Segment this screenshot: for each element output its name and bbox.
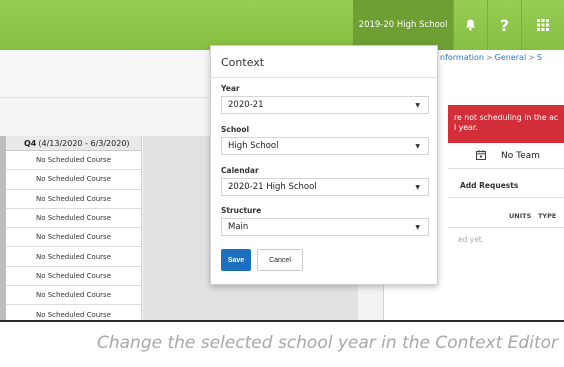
- schedule-cell-text: No Scheduled Course: [35, 271, 112, 280]
- caret-down-icon: ▼: [415, 184, 420, 191]
- divider: [448, 168, 564, 169]
- schedule-grid: Q4 (4/13/2020 - 6/3/2020) No Scheduled C…: [0, 136, 142, 322]
- modal-title: Context: [221, 56, 265, 69]
- divider: [211, 77, 437, 78]
- breadcrumb-separator-icon: >: [528, 53, 535, 62]
- schedule-row[interactable]: No Scheduled Course: [6, 170, 141, 190]
- breadcrumb-separator-icon: >: [485, 53, 493, 62]
- alert-line: l year.: [454, 123, 478, 132]
- calendar-label: Calendar: [221, 166, 259, 175]
- year-label: Year: [221, 84, 240, 93]
- schedule-cell-text: No Scheduled Course: [35, 194, 112, 203]
- structure-select-value: Main: [228, 222, 249, 232]
- breadcrumb-item[interactable]: S: [537, 53, 542, 62]
- schedule-cell-text: No Scheduled Course: [35, 233, 112, 242]
- schedule-cell-text: No Scheduled Course: [35, 175, 112, 184]
- cancel-button[interactable]: Cancel: [257, 249, 303, 271]
- structure-label: Structure: [221, 206, 262, 215]
- scheduling-alert: re not scheduling in the ac l year.: [448, 105, 564, 143]
- bell-icon[interactable]: [453, 0, 487, 50]
- schedule-row[interactable]: No Scheduled Course: [6, 228, 141, 248]
- calendar-select[interactable]: 2020-21 High School ▼: [221, 178, 429, 196]
- schedule-row[interactable]: No Scheduled Course: [6, 209, 141, 229]
- alert-line: re not scheduling in the ac: [454, 113, 559, 122]
- schedule-cell-text: No Scheduled Course: [35, 291, 112, 300]
- save-button[interactable]: Save: [221, 249, 251, 271]
- apps-grid-icon[interactable]: [521, 0, 564, 50]
- screen-frame-edge: [0, 320, 564, 322]
- school-select-value: High School: [228, 141, 279, 151]
- school-label: School: [221, 125, 250, 134]
- figure-caption: Change the selected school year in the C…: [96, 333, 558, 353]
- schedule-cell-text: No Scheduled Course: [35, 156, 112, 165]
- year-select-value: 2020-21: [228, 100, 264, 110]
- help-icon[interactable]: ?: [487, 0, 521, 50]
- structure-select[interactable]: Main ▼: [221, 218, 429, 236]
- breadcrumb-item[interactable]: nformation: [440, 53, 484, 62]
- caret-down-icon: ▼: [415, 224, 420, 231]
- type-column-header: TYPE: [538, 212, 557, 220]
- calendar-icon[interactable]: [476, 150, 486, 163]
- top-bar: 2019-20 High School ?: [0, 0, 564, 50]
- divider: [448, 197, 564, 198]
- app-screen: 2019-20 High School ? Q4 (4/13/2020 - 6/…: [0, 0, 564, 322]
- term-date-range: (4/13/2020 - 6/3/2020): [38, 138, 130, 148]
- divider: [448, 227, 564, 228]
- empty-requests-note: ed yet.: [458, 235, 485, 244]
- schedule-row[interactable]: No Scheduled Course: [6, 190, 141, 209]
- schedule-cell-text: No Scheduled Course: [35, 310, 112, 319]
- units-column-header: UNITS: [509, 212, 532, 220]
- school-year-label: 2019-20 High School: [358, 20, 448, 30]
- schedule-row[interactable]: No Scheduled Course: [6, 267, 141, 287]
- breadcrumb: nformation > General > S: [440, 53, 542, 62]
- schedule-cell-text: No Scheduled Course: [35, 252, 112, 261]
- team-value[interactable]: No Team: [501, 151, 540, 161]
- schedule-row[interactable]: No Scheduled Course: [6, 286, 141, 306]
- school-select[interactable]: High School ▼: [221, 137, 429, 155]
- schedule-cell-text: No Scheduled Course: [35, 214, 112, 223]
- context-editor-modal: Context Year 2020-21 ▼ School High Schoo…: [210, 45, 438, 285]
- term-column-header: Q4 (4/13/2020 - 6/3/2020): [6, 136, 141, 151]
- caret-down-icon: ▼: [415, 143, 420, 150]
- calendar-select-value: 2020-21 High School: [228, 182, 317, 192]
- schedule-row[interactable]: No Scheduled Course: [6, 247, 141, 267]
- caret-down-icon: ▼: [415, 102, 420, 109]
- schedule-row[interactable]: No Scheduled Course: [6, 151, 141, 171]
- school-year-button[interactable]: 2019-20 High School: [353, 0, 453, 50]
- term-name: Q4: [24, 138, 37, 148]
- breadcrumb-item[interactable]: General: [495, 53, 527, 62]
- add-requests-button[interactable]: Add Requests: [460, 181, 518, 190]
- year-select[interactable]: 2020-21 ▼: [221, 96, 429, 114]
